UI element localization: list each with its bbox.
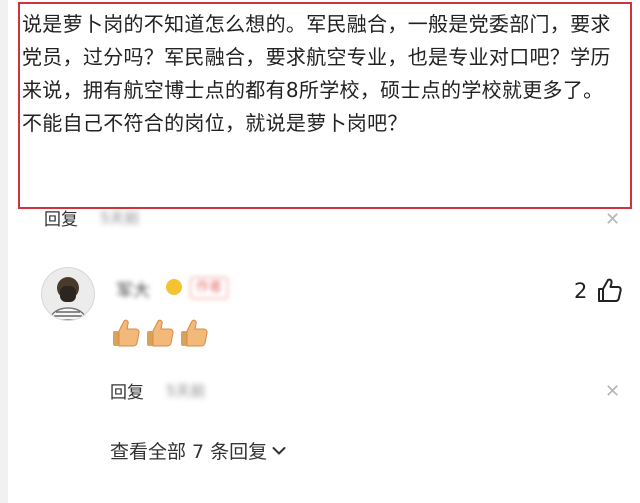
close-icon[interactable]: ✕ [605,211,620,229]
thumbs-up-emoji [147,319,174,347]
avatar-image [42,268,94,320]
close-icon[interactable]: ✕ [605,383,620,401]
avatar[interactable] [42,268,94,320]
thumbs-up-emoji [113,319,140,347]
view-all-replies-button[interactable]: 查看全部 7 条回复 [110,437,286,464]
thumbs-up-emoji [181,319,208,347]
parent-comment-actions: 回复 5天前 [44,205,140,230]
username[interactable]: 军大 [116,276,150,301]
like-count: 2 [574,279,588,303]
thumbs-up-icon[interactable] [596,276,624,304]
chevron-down-icon [272,446,286,454]
parent-comment-text: 说是萝卜岗的不知道怎么想的。军民融合，一般是党委部门，要求党员，过分吗？军民融合… [22,12,611,135]
view-all-label: 查看全部 7 条回复 [110,441,268,463]
left-edge-strip [0,0,8,503]
emoji-reactions [110,316,210,350]
sub-comment-actions: 回复 5天前 [110,378,206,403]
blurred-meta: 5天前 [100,209,140,227]
blurred-meta: 5天前 [166,382,206,400]
reply-button[interactable]: 回复 [110,378,144,403]
reply-button[interactable]: 回复 [44,205,78,230]
author-tag: 作者 [190,277,229,299]
badge-icon [166,279,182,295]
